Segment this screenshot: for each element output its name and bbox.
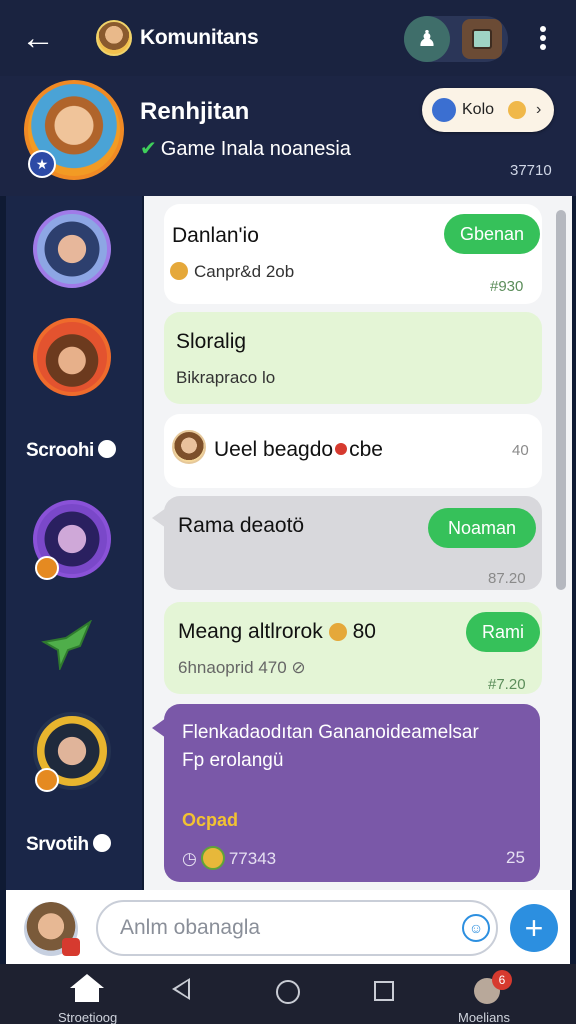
top-app-bar: ← Komunitans ♟ — [0, 0, 576, 76]
clock-icon: ◷ — [182, 849, 197, 868]
nav-label-profile: Moelians — [458, 1010, 511, 1024]
add-button[interactable]: + — [510, 904, 558, 952]
message-input[interactable] — [96, 900, 498, 956]
home-icon[interactable] — [70, 974, 104, 1004]
shield-icon: ★ — [28, 150, 56, 178]
sidebar-label-2[interactable]: Srvotih — [26, 834, 111, 856]
red-dot-icon — [335, 443, 348, 455]
person-icon: ♟ — [417, 26, 437, 51]
plus-icon: + — [524, 909, 544, 946]
message-highlight[interactable]: Ocpad — [182, 810, 238, 831]
message-title: Danlan'io — [172, 224, 259, 247]
coin-icon — [200, 846, 225, 870]
smiley-icon — [508, 101, 527, 119]
verified-check-icon: ✔ — [140, 138, 157, 160]
follow-button[interactable]: Kolo › — [422, 88, 554, 132]
avatar[interactable] — [172, 430, 206, 464]
message-card[interactable] — [164, 312, 542, 404]
message-body: Fp erolangü — [182, 750, 284, 771]
message-time: #7.20 — [488, 676, 526, 693]
nav-recent-apps-icon[interactable] — [374, 981, 394, 1001]
message-action-button[interactable]: Gbenan — [444, 214, 540, 254]
message-subtitle: Bikrapraco lo — [176, 368, 276, 387]
message-title: Sloralig — [176, 330, 247, 353]
message-time: #930 — [490, 278, 524, 295]
nav-back-icon-inner — [176, 981, 188, 997]
page-title: Komunitans — [140, 26, 259, 49]
follow-label: Kolo — [462, 101, 495, 118]
message-title: Meang altlrorok 80 — [178, 620, 376, 643]
more-vert-icon[interactable] — [530, 20, 556, 56]
calendar-icon — [472, 29, 492, 49]
community-avatar[interactable] — [96, 20, 132, 56]
calendar-button[interactable] — [462, 19, 502, 59]
profile-name: Renhjitan — [140, 98, 250, 125]
sidebar-avatar-2[interactable] — [33, 318, 111, 396]
badge-icon — [35, 556, 59, 580]
message-title: Flenkadaodıtan Gananoideamelsar — [182, 722, 479, 743]
nav-home-circle-icon[interactable] — [276, 980, 300, 1004]
message-time: 25 — [506, 848, 525, 867]
globe-icon — [432, 98, 456, 122]
scrollbar[interactable] — [556, 210, 566, 590]
message-subtitle: Canpr&d 2ob — [170, 262, 294, 282]
members-button[interactable]: ♟ — [404, 16, 450, 62]
badge-icon — [62, 938, 80, 956]
message-time: 40 — [512, 442, 529, 459]
sidebar-label-1[interactable]: Scroohi — [26, 440, 116, 462]
sidebar: Scroohi Srvotih — [6, 196, 142, 890]
member-count: 37710 — [510, 162, 552, 179]
profile-subtitle: ✔ Game Inala noanesia — [140, 138, 351, 160]
message-action-button[interactable]: Rami — [466, 612, 540, 652]
emoji-button[interactable]: ☺ — [462, 914, 490, 942]
info-icon — [92, 834, 111, 852]
emoji-icon — [328, 623, 347, 641]
back-button[interactable]: ← — [18, 18, 58, 58]
arrow-left-icon: ← — [21, 18, 55, 57]
badge-icon — [35, 768, 59, 792]
profile-header: ★ Renhjitan ✔ Game Inala noanesia Kolo › … — [0, 76, 576, 196]
chevron-right-icon: › — [536, 101, 542, 118]
message-action-button[interactable]: Noaman — [428, 508, 536, 548]
smiley-icon: ☺ — [468, 920, 484, 936]
nav-label-home: Stroetioog — [58, 1010, 118, 1024]
message-meta: ◷ 77343 — [182, 846, 276, 870]
message-title: Rama deaotö — [178, 514, 305, 537]
info-icon — [97, 440, 116, 458]
message-subtitle: 6hnaoprid 470 ⊘ — [178, 658, 306, 677]
sidebar-avatar-1[interactable] — [33, 210, 111, 288]
message-time: 87.20 — [488, 570, 526, 587]
message-title: Ueel beagdo cbe — [214, 438, 383, 461]
header-actions: ♟ — [404, 16, 508, 62]
notification-badge: 6 — [492, 970, 512, 990]
leaf-icon[interactable] — [40, 620, 100, 670]
emoji-icon — [170, 262, 188, 280]
